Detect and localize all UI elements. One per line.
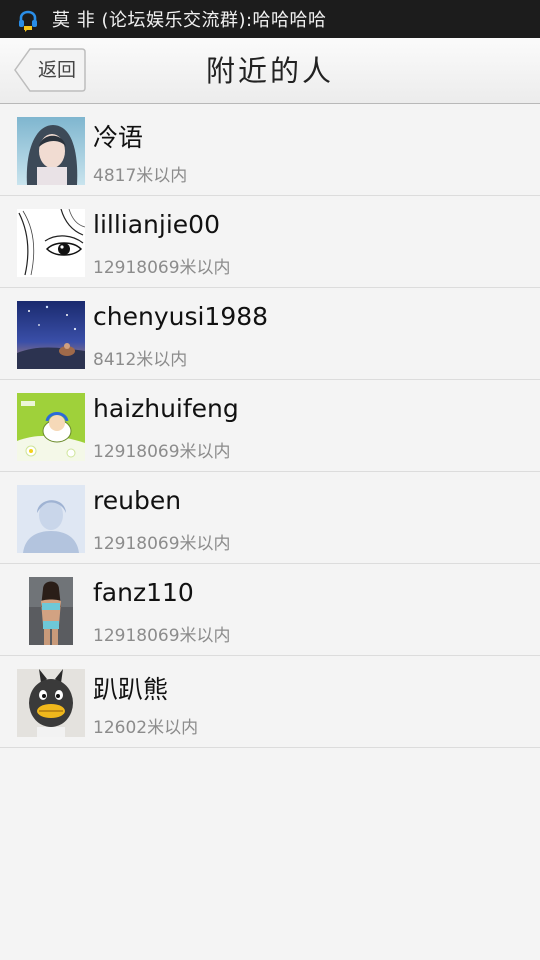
person-distance: 4817米以内 bbox=[93, 166, 188, 186]
person-name: lillianjie00 bbox=[93, 210, 220, 239]
person-distance: 12918069米以内 bbox=[93, 442, 231, 462]
notification-message: 莫 非 (论坛娱乐交流群):哈哈哈哈 bbox=[52, 10, 327, 31]
person-name: 冷语 bbox=[93, 123, 144, 152]
avatar bbox=[17, 669, 85, 737]
avatar bbox=[17, 117, 85, 185]
person-distance: 12918069米以内 bbox=[93, 258, 231, 278]
person-name: 趴趴熊 bbox=[93, 675, 169, 704]
person-distance: 8412米以内 bbox=[93, 350, 188, 370]
status-bar: 莫 非 (论坛娱乐交流群):哈哈哈哈 bbox=[0, 0, 540, 38]
back-button[interactable]: 返回 bbox=[14, 48, 86, 92]
person-name: reuben bbox=[93, 486, 182, 515]
person-distance: 12918069米以内 bbox=[93, 626, 231, 646]
avatar bbox=[17, 577, 85, 645]
qq-notification-icon[interactable] bbox=[16, 5, 40, 33]
avatar bbox=[17, 209, 85, 277]
avatar bbox=[17, 301, 85, 369]
list-item[interactable]: reuben 12918069米以内 bbox=[0, 472, 540, 564]
list-item[interactable]: chenyusi1988 8412米以内 bbox=[0, 288, 540, 380]
list-item[interactable]: 冷语 4817米以内 bbox=[0, 104, 540, 196]
person-distance: 12602米以内 bbox=[93, 718, 199, 738]
back-button-label: 返回 bbox=[37, 59, 76, 81]
person-distance: 12918069米以内 bbox=[93, 534, 231, 554]
person-name: haizhuifeng bbox=[93, 394, 239, 423]
avatar bbox=[17, 393, 85, 461]
avatar bbox=[17, 485, 85, 553]
title-bar: 返回 附近的人 bbox=[0, 38, 540, 104]
list-item[interactable]: 趴趴熊 12602米以内 bbox=[0, 656, 540, 748]
person-name: fanz110 bbox=[93, 578, 194, 607]
nearby-people-list: 冷语 4817米以内 lillianjie00 12918069米以内 chen… bbox=[0, 104, 540, 748]
person-name: chenyusi1988 bbox=[93, 302, 269, 331]
list-item[interactable]: haizhuifeng 12918069米以内 bbox=[0, 380, 540, 472]
list-item[interactable]: fanz110 12918069米以内 bbox=[0, 564, 540, 656]
list-item[interactable]: lillianjie00 12918069米以内 bbox=[0, 196, 540, 288]
